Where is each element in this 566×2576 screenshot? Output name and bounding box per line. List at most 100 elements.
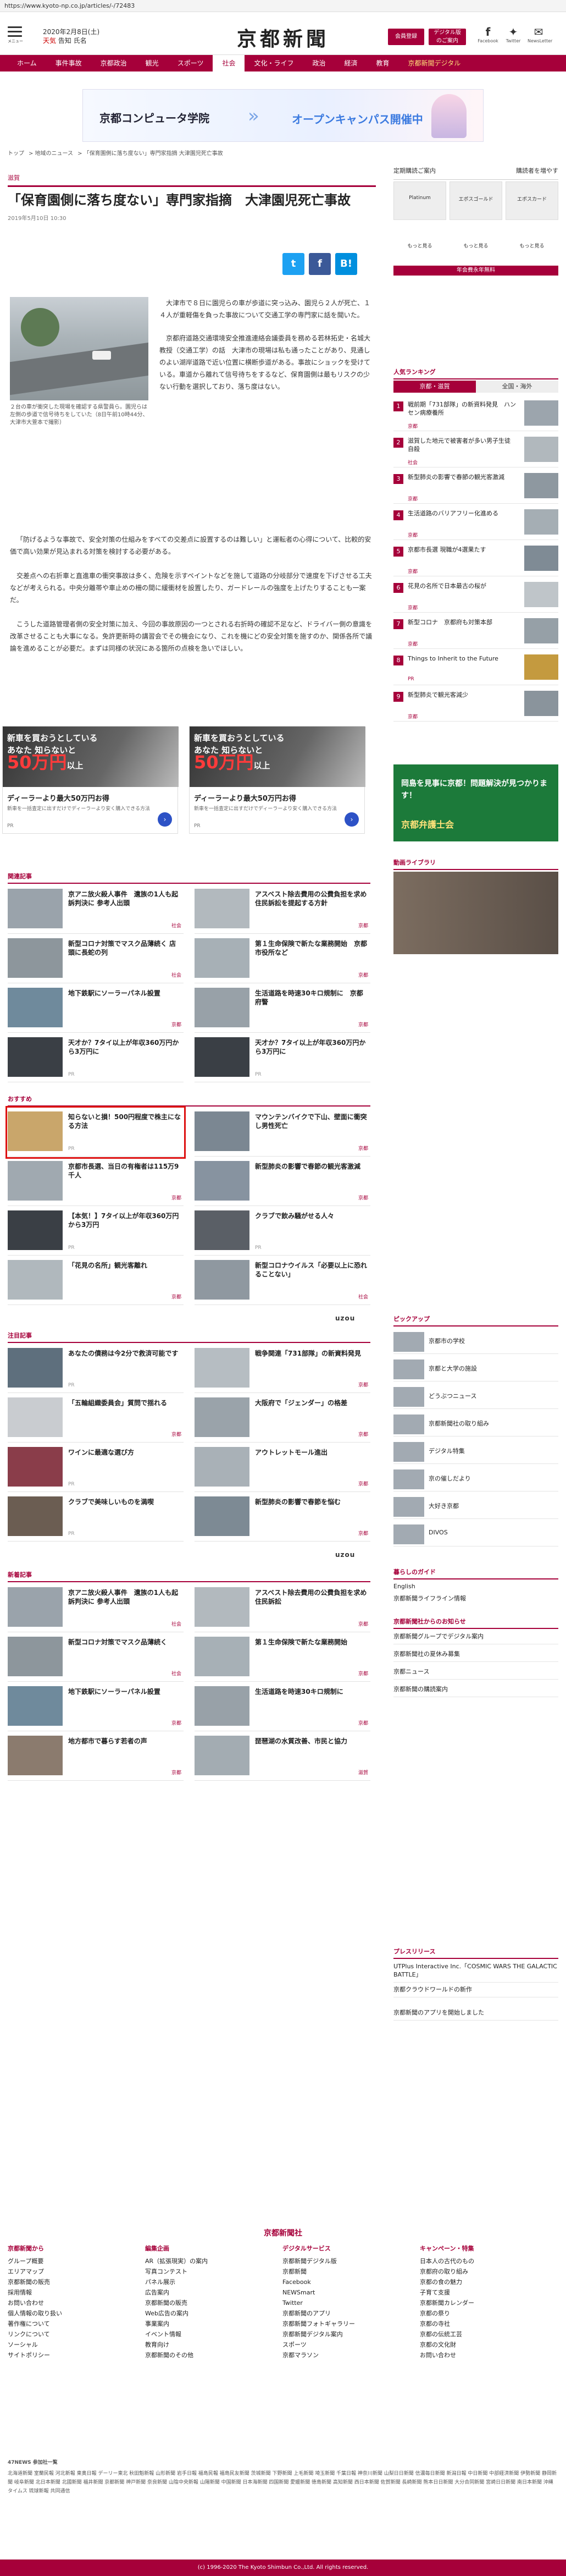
press-item[interactable]: UTPlus Interactive Inc.「COSMIC WARS THE …	[393, 1962, 558, 1983]
life-item[interactable]: English	[393, 1583, 558, 1590]
footer-link[interactable]: 写真コンテスト	[145, 2266, 282, 2277]
pickup-item[interactable]: 京都新聞社の取り組み	[393, 1411, 558, 1436]
recommend-card[interactable]: 新型コロナウイルス「必要以上に恐れることない」 社会	[195, 1257, 370, 1305]
footer-link[interactable]: 京都の伝統工芸	[420, 2329, 557, 2340]
ad-free-bar[interactable]: 年会費永年無料	[393, 266, 558, 276]
news-item[interactable]: 京都新聞グループでデジタル案内	[393, 1632, 558, 1644]
press-item[interactable]: 京都クラウドワールドの新作	[393, 1985, 558, 1997]
top-banner-ad[interactable]: 京都コンピュータ学院 » オープンキャンパス開催中	[82, 89, 484, 142]
footer-link[interactable]: Facebook	[282, 2277, 420, 2287]
ranking-item[interactable]: 1 戦前期「731部隊」の新資料発見 ハンセン病療養所 京都	[393, 397, 558, 431]
recommend-card[interactable]: 知らないと損！500円程度で株主になる方法 PR	[5, 1106, 186, 1159]
network-list[interactable]: 北海道新聞 室蘭民報 河北新報 東奥日報 デーリー東北 秋田魁新報 山形新聞 岩…	[8, 2469, 557, 2496]
twitter-share-button[interactable]: t	[282, 253, 304, 275]
recommend-card[interactable]: マウンテンバイクで下山、壁面に衝突し男性死亡 京都	[195, 1108, 370, 1157]
recommend-card[interactable]: 【本気！】7タイ以上が年収360万円から3万円 PR	[8, 1207, 184, 1256]
footer-link[interactable]: 京都新聞カレンダー	[420, 2298, 557, 2308]
weather-link[interactable]: 天気	[43, 37, 56, 45]
related-card[interactable]: アスベスト除去費用の公費負担を求め住民訴訟を提起する方針 京都	[195, 885, 370, 934]
nav-culture[interactable]: 文化・ライフ	[245, 55, 303, 71]
footer-link[interactable]: 京都新聞のその他	[145, 2350, 282, 2360]
nav-home[interactable]: ホーム	[8, 55, 46, 71]
nav-education[interactable]: 教育	[367, 55, 399, 71]
footer-link[interactable]: 京都の文化財	[420, 2340, 557, 2350]
card-ad[interactable]: Platinum エポスゴールド エポスカード もっと見る もっと見る もっと見…	[393, 181, 558, 275]
attention-card[interactable]: 大阪府で「ジェンダー」の格差 京都	[195, 1394, 370, 1443]
newest-card[interactable]: 地方都市で暮らす若者の声 京都	[8, 1732, 184, 1781]
photo-library-image[interactable]	[393, 872, 558, 954]
attention-card[interactable]: 戦争関連「731部隊」の新資料発見 京都	[195, 1345, 370, 1393]
footer-link[interactable]: 事業案内	[145, 2319, 282, 2329]
related-card[interactable]: 天才か？7タイ以上が年収360万円から3万円に PR	[8, 1034, 184, 1082]
footer-link[interactable]: 教育向け	[145, 2340, 282, 2350]
more-link[interactable]: もっと見る	[393, 242, 446, 249]
facebook-link[interactable]: f Facebook	[477, 25, 499, 43]
car-ad[interactable]: 新車を買おうとしている あなた 知らないと 50万円以上 ディーラーより最大50…	[189, 726, 365, 834]
newest-card[interactable]: アスベスト除去費用の公費負担を求め住民訴訟 京都	[195, 1584, 370, 1632]
more-link[interactable]: もっと見る	[450, 242, 502, 249]
newsletter-link[interactable]: ✉ NewsLetter	[528, 25, 552, 43]
nav-tourism[interactable]: 観光	[136, 55, 168, 71]
pickup-item[interactable]: どうぶつニュース	[393, 1384, 558, 1409]
footer-link[interactable]: Twitter	[282, 2298, 420, 2308]
ranking-item[interactable]: 4 生活道路のバリアフリー化進める 京都	[393, 506, 558, 540]
footer-link[interactable]: AR（拡張現実）の案内	[145, 2256, 282, 2266]
footer-link[interactable]: ソーシャル	[8, 2340, 145, 2350]
footer-link[interactable]: お問い合わせ	[420, 2350, 557, 2360]
footer-link[interactable]: 京都新聞の販売	[145, 2298, 282, 2308]
footer-link[interactable]: 京都の食の魅力	[420, 2277, 557, 2287]
attention-card[interactable]: 「五輪組織委員会」質問で揺れる 京都	[8, 1394, 184, 1443]
related-card[interactable]: 新型コロナ対策でマスク品薄続く 店頭に長蛇の列 社会	[8, 935, 184, 983]
footer-link[interactable]: 個人情報の取り扱い	[8, 2308, 145, 2319]
breadcrumb-item[interactable]: トップ	[8, 151, 24, 157]
digital-guide-button[interactable]: デジタル版 のご案内	[429, 29, 466, 45]
attention-card[interactable]: アウトレットモール進出 京都	[195, 1444, 370, 1492]
newest-card[interactable]: 第１生命保険で新たな業務開始 京都	[195, 1633, 370, 1682]
attention-card[interactable]: 新型肺炎の影響で春節を悩む 京都	[195, 1493, 370, 1542]
lawyer-ad[interactable]: 岡島を見事に京都！問題解決が見つかります！ 京都弁護士会	[393, 764, 558, 841]
footer-link[interactable]: 京都新聞	[282, 2266, 420, 2277]
nav-economy[interactable]: 経済	[335, 55, 367, 71]
ranking-item[interactable]: 9 新型肺炎で観光客減少 京都	[393, 687, 558, 722]
recommend-card[interactable]: 新型肺炎の影響で春節の観光客激減 京都	[195, 1158, 370, 1206]
footer-link[interactable]: 採用情報	[8, 2287, 145, 2298]
ranking-item[interactable]: 2 滋賀した地元で被害者が多い男子生徒 自殺 社会	[393, 433, 558, 467]
ranking-item[interactable]: 3 新型肺炎の影響で春節の観光客激減 京都	[393, 470, 558, 504]
recommend-card[interactable]: 「花見の名所」観光客離れ 京都	[8, 1257, 184, 1305]
footer-link[interactable]: サイトポリシー	[8, 2350, 145, 2360]
register-button[interactable]: 会員登録	[388, 29, 424, 45]
ranking-item[interactable]: 6 花見の名所で日本最古の桜が 京都	[393, 579, 558, 613]
car-ad[interactable]: 新車を買おうとしている あなた 知らないと 50万円以上 ディーラーより最大50…	[2, 726, 179, 834]
footer-link[interactable]: リンクについて	[8, 2329, 145, 2340]
pickup-item[interactable]: デジタル特集	[393, 1439, 558, 1464]
news-item[interactable]: 京都新聞社の夏休み募集	[393, 1650, 558, 1662]
footer-link[interactable]: グループ概要	[8, 2256, 145, 2266]
newest-card[interactable]: 地下鉄駅にソーラーパネル設置 京都	[8, 1683, 184, 1731]
pickup-item[interactable]: 大好き京都	[393, 1494, 558, 1519]
footer-link[interactable]: 京都マラソン	[282, 2350, 420, 2360]
attention-card[interactable]: クラブで美味しいものを満喫 PR	[8, 1493, 184, 1542]
footer-link[interactable]: 子育て支援	[420, 2287, 557, 2298]
footer-link[interactable]: Web広告の案内	[145, 2308, 282, 2319]
footer-link[interactable]: 京都新聞の販売	[8, 2277, 145, 2287]
nav-society[interactable]: 社会	[213, 55, 245, 71]
footer-link[interactable]: 京都新聞フォトギャラリー	[282, 2319, 420, 2329]
ranking-item[interactable]: 8 Things to Inherit to the Future PR	[393, 651, 558, 685]
footer-link[interactable]: エリアマップ	[8, 2266, 145, 2277]
more-link[interactable]: もっと見る	[506, 242, 558, 249]
footer-link[interactable]: 京都の祭り	[420, 2308, 557, 2319]
article-photo[interactable]	[10, 297, 148, 400]
footer-link[interactable]: 京都新聞デジタル版	[282, 2256, 420, 2266]
pickup-item[interactable]: 京の催しだより	[393, 1466, 558, 1491]
pickup-item[interactable]: 京都市の学校	[393, 1329, 558, 1354]
increase-subscribers-link[interactable]: 購読者を増やす	[516, 166, 558, 175]
newest-card[interactable]: 生活道路を時速30キロ規制に 京都	[195, 1683, 370, 1731]
footer-logo[interactable]: 京都新聞社	[0, 2227, 566, 2238]
arrow-right-icon[interactable]: ›	[345, 812, 359, 827]
tab-national[interactable]: 全国・海外	[476, 381, 558, 393]
facebook-share-button[interactable]: f	[309, 253, 331, 275]
ranking-item[interactable]: 7 新型コロナ 京都府も対策本部 京都	[393, 615, 558, 649]
footer-link[interactable]: 京都の寺社	[420, 2319, 557, 2329]
ranking-item[interactable]: 5 京都市長選 現職が4選果たす 京都	[393, 542, 558, 576]
footer-link[interactable]: 京都新聞のアプリ	[282, 2308, 420, 2319]
